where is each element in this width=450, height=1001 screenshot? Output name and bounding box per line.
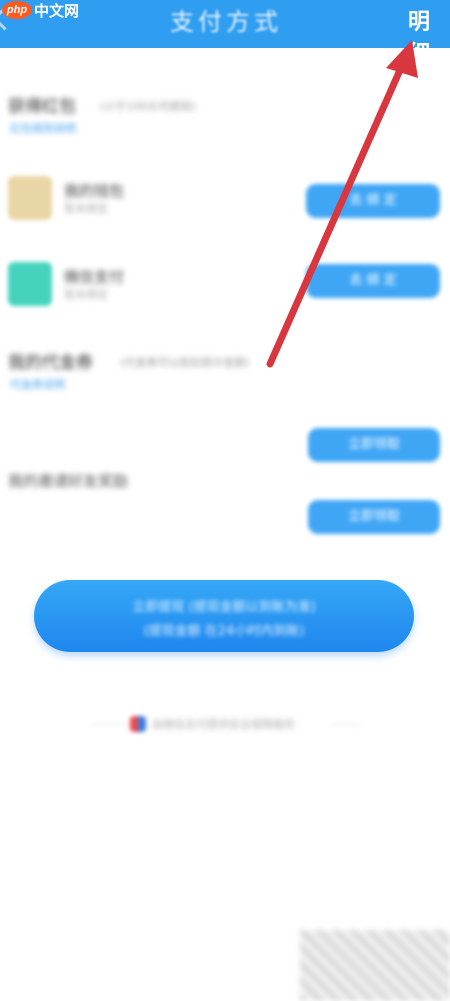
corner-image xyxy=(300,930,450,1001)
app-name: 微信支付 xyxy=(64,268,125,286)
watermark-logo: php 中文网 xyxy=(0,0,96,22)
app-name: 我的钱包 xyxy=(64,182,125,200)
withdraw-button-line1: 立即提现 (提现金额以到账为准) xyxy=(132,600,316,615)
withdraw-button-line2: (提现金额 在24小时内到账) xyxy=(143,624,305,639)
invite-reward-label: 我的邀请好友奖励 xyxy=(8,472,129,490)
footer-security-text: 由微信支付提供安全保障服务 xyxy=(152,718,295,731)
php-badge: php xyxy=(2,1,32,19)
wechat-pay-icon xyxy=(8,262,52,306)
section-subtitle-red-packet: (小于100元可提现) xyxy=(100,100,196,113)
claim-reward-button[interactable]: 立即领取 xyxy=(308,500,440,534)
wallet-icon xyxy=(8,176,52,220)
withdraw-button[interactable]: 立即提现 (提现金额以到账为准) (提现金额 在24小时内到账) xyxy=(34,580,414,652)
footer-divider-right xyxy=(330,724,360,725)
coupon-rules-link[interactable]: 代金券说明 xyxy=(10,376,65,392)
bind-button[interactable]: 去 绑 定 xyxy=(306,184,440,218)
section-title-red-packet: 获得红包 xyxy=(8,97,76,117)
section-title-coupon: 我的代金券 xyxy=(8,353,93,373)
app-status: 暂未绑定 xyxy=(64,288,108,301)
section-subtitle-coupon: (代金券可以抵扣部分金额) xyxy=(120,356,250,369)
secure-payment-icon xyxy=(130,716,146,732)
page-title: 支付方式 xyxy=(170,8,282,36)
app-status: 暂未绑定 xyxy=(64,202,108,215)
bind-button[interactable]: 去 绑 定 xyxy=(306,264,440,298)
details-link[interactable]: 明细 xyxy=(408,4,450,68)
red-packet-rules-link[interactable]: 红包规则说明 xyxy=(10,120,76,136)
footer-divider-left xyxy=(90,724,130,725)
watermark-text: 中文网 xyxy=(34,2,80,20)
claim-button[interactable]: 立即领取 xyxy=(308,428,440,462)
